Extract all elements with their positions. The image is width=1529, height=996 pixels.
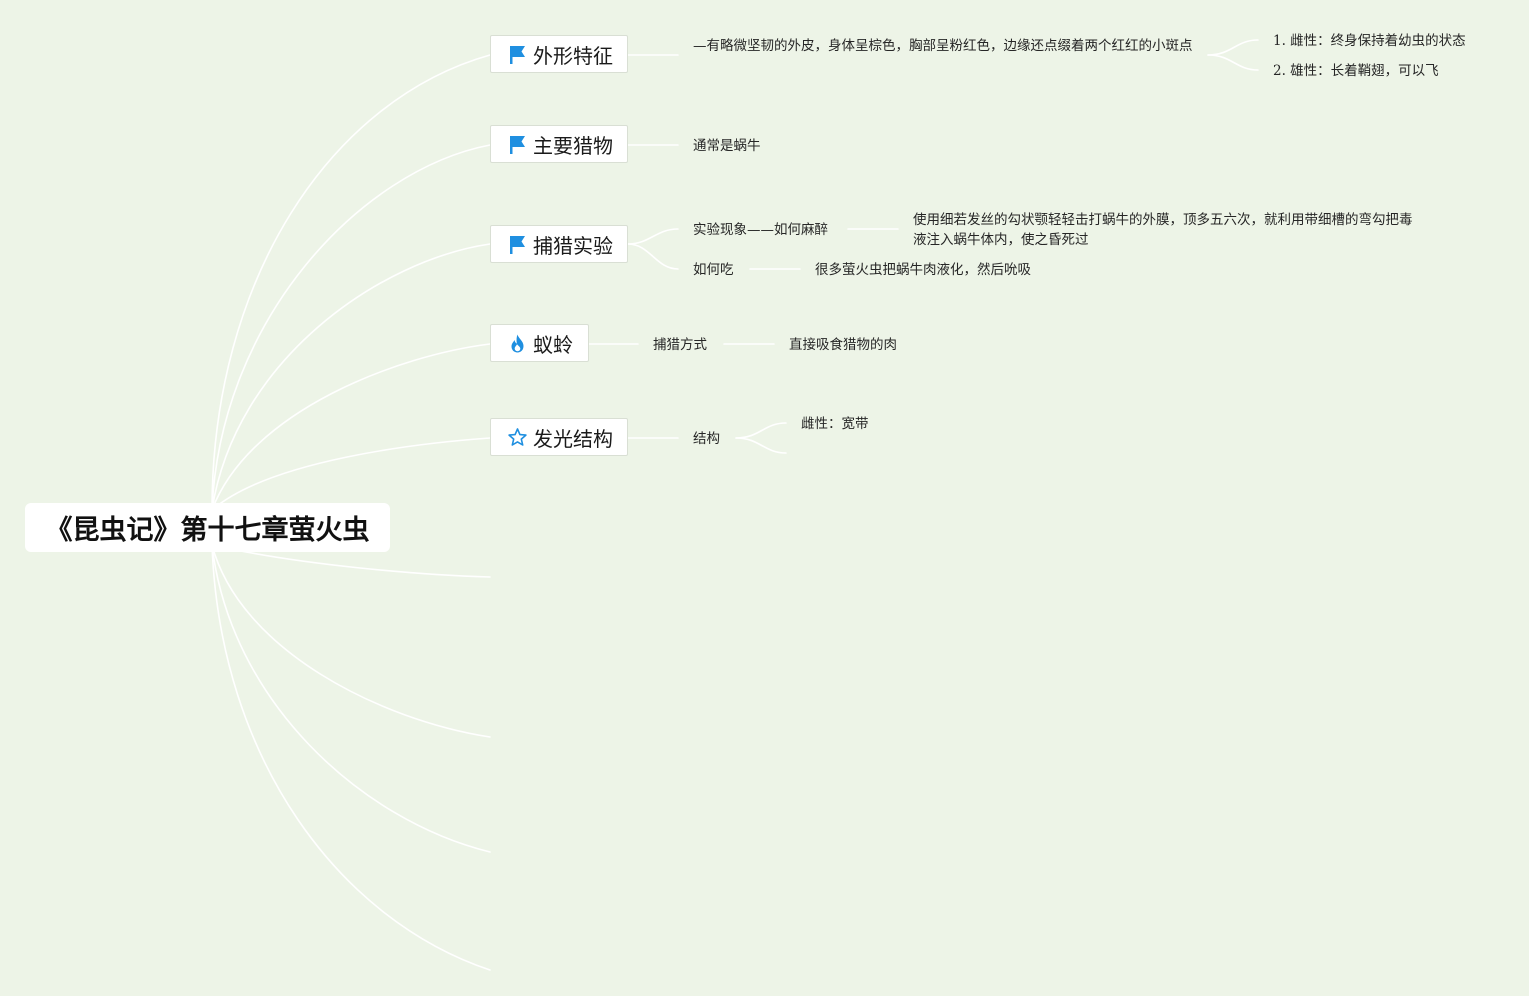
- leaf-anesthesia-phenomenon[interactable]: 实验现象——如何麻醉: [693, 220, 828, 240]
- leaf-prey-snail[interactable]: 通常是蜗牛: [693, 136, 761, 156]
- star-icon: [507, 427, 528, 448]
- leaf-anesthesia-detail[interactable]: 使用细若发丝的勾状颚轻轻击打蜗牛的外膜，顶多五六次，就利用带细槽的弯勾把毒液注入…: [913, 210, 1413, 250]
- branch-antlion[interactable]: 蚁蛉: [490, 324, 589, 362]
- branch-appearance[interactable]: 外形特征: [490, 35, 628, 73]
- branch-label: 主要猎物: [533, 133, 613, 158]
- branch-label: 捕猎实验: [533, 233, 613, 258]
- leaf-liquefy[interactable]: 很多萤火虫把蜗牛肉液化，然后吮吸: [815, 260, 1031, 280]
- leaf-appearance-description[interactable]: —有略微坚韧的外皮，身体呈棕色，胸部呈粉红色，边缘还点缀着两个红红的小斑点: [693, 36, 1193, 56]
- fire-icon: [507, 333, 528, 354]
- connector-b1-sub2: [1207, 54, 1259, 71]
- branch-label: 发光结构: [533, 426, 613, 451]
- connector-root-branch-1: [211, 54, 491, 511]
- leaf-hunting-method[interactable]: 捕猎方式: [653, 335, 707, 355]
- connector-root-empty-4: [211, 544, 491, 971]
- connector-b5-sub1: [735, 422, 787, 439]
- connector-b3-leaf1: [627, 228, 679, 245]
- connector-root-branch-5: [211, 437, 491, 511]
- leaf-female-band[interactable]: 雌性：宽带: [801, 414, 869, 434]
- branch-light-structure[interactable]: 发光结构: [490, 418, 628, 456]
- branch-main-prey[interactable]: 主要猎物: [490, 125, 628, 163]
- connector-b5-sub2: [735, 437, 787, 454]
- connector-b3-leaf2: [627, 243, 679, 270]
- connector-root-branch-3: [211, 243, 491, 511]
- branch-hunting-experiment[interactable]: 捕猎实验: [490, 225, 628, 263]
- branch-label: 外形特征: [533, 43, 613, 68]
- connector-b1-sub1: [1207, 39, 1259, 56]
- connector-root-empty-3: [211, 544, 491, 853]
- flag-icon: [507, 44, 528, 65]
- flag-icon: [507, 134, 528, 155]
- leaf-how-eat[interactable]: 如何吃: [693, 260, 734, 280]
- leaf-suck-flesh[interactable]: 直接吸食猎物的肉: [789, 335, 897, 355]
- leaf-female-trait[interactable]: 1. 雌性：终身保持着幼虫的状态: [1273, 31, 1466, 51]
- root-topic[interactable]: 《昆虫记》第十七章萤火虫: [25, 503, 390, 552]
- branch-label: 蚁蛉: [533, 332, 573, 357]
- leaf-male-trait[interactable]: 2. 雄性：长着鞘翅，可以飞: [1273, 61, 1439, 81]
- leaf-structure[interactable]: 结构: [693, 429, 720, 449]
- connector-root-empty-2: [211, 544, 491, 738]
- connector-root-branch-2: [211, 144, 491, 511]
- connector-root-branch-4: [211, 343, 491, 511]
- flag-icon: [507, 234, 528, 255]
- connector-lines: [211, 39, 1259, 971]
